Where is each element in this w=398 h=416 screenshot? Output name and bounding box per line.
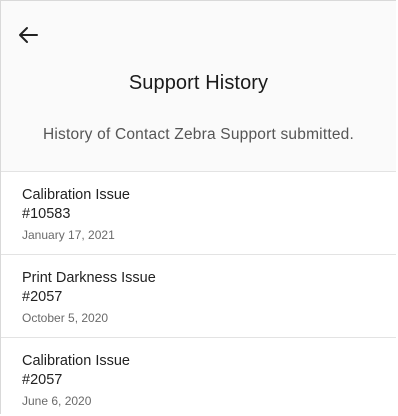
ticket-number: #2057 bbox=[22, 372, 63, 388]
ticket-issue: Calibration Issue bbox=[22, 187, 130, 203]
page-title: Support History bbox=[128, 72, 269, 94]
ticket-number: #2057 bbox=[22, 289, 63, 305]
ticket-number: #10583 bbox=[22, 206, 71, 222]
ticket-row[interactable]: Calibration Issue #10583 January 17, 202… bbox=[1, 172, 396, 255]
ticket-date: January 17, 2021 bbox=[22, 228, 115, 242]
page-subtitle: History of Contact Zebra Support submitt… bbox=[43, 126, 354, 143]
support-history-screen: Support History History of Contact Zebra… bbox=[0, 0, 396, 414]
ticket-row[interactable]: Calibration Issue #2057 June 6, 2020 bbox=[1, 338, 396, 414]
ticket-issue: Calibration Issue bbox=[22, 353, 130, 369]
arrow-left-icon bbox=[18, 26, 38, 44]
ticket-issue: Print Darkness Issue bbox=[22, 270, 156, 286]
ticket-date: June 6, 2020 bbox=[22, 394, 92, 408]
back-button[interactable] bbox=[15, 22, 41, 48]
ticket-row[interactable]: Print Darkness Issue #2057 October 5, 20… bbox=[1, 255, 396, 338]
page-header: Support History History of Contact Zebra… bbox=[1, 1, 396, 172]
ticket-date: October 5, 2020 bbox=[22, 311, 109, 325]
support-ticket-list: Calibration Issue #10583 January 17, 202… bbox=[1, 172, 396, 414]
